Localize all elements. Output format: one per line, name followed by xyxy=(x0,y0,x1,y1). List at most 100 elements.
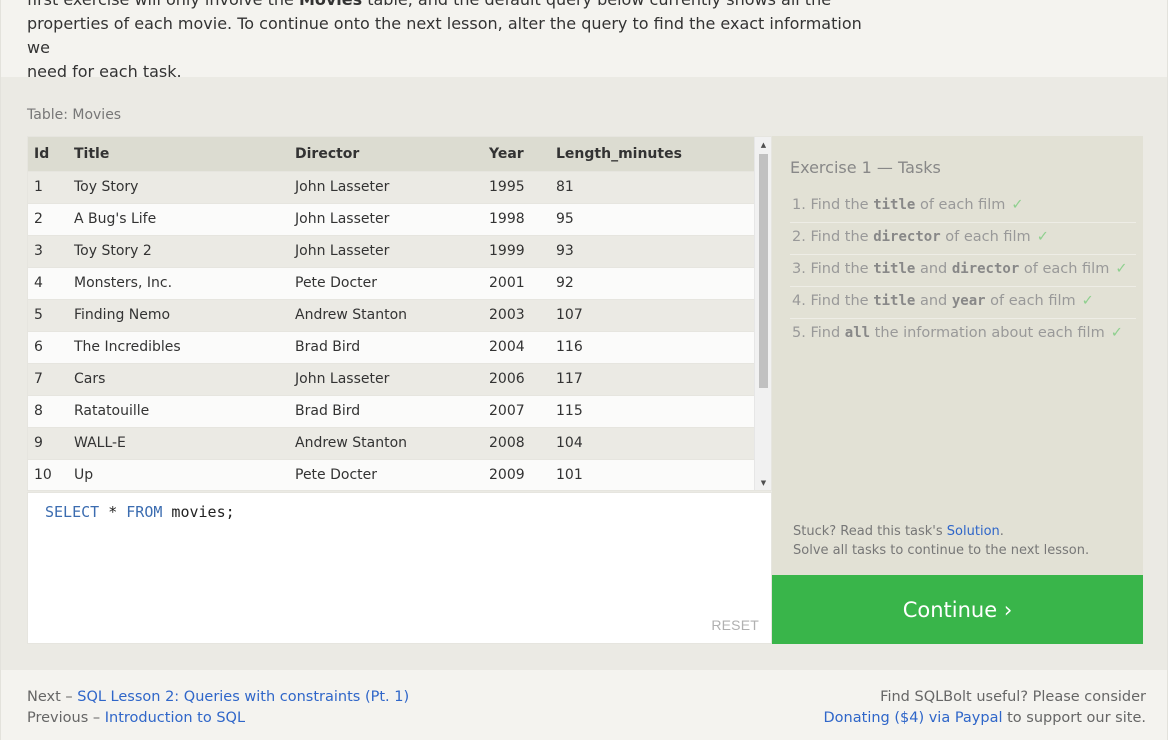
task-number: 4. xyxy=(792,293,806,309)
table-cell: 2006 xyxy=(483,362,550,395)
column-header: Year xyxy=(483,137,550,171)
table-row: 3 Toy Story 2 John Lasseter 1999 93 xyxy=(28,234,755,267)
table-cell: 1998 xyxy=(483,202,550,235)
table-cell: 6 xyxy=(28,330,68,363)
table-row: 6 The Incredibles Brad Bird 2004 116 xyxy=(28,330,755,363)
task-item: 1. Find the title of each film ✓ xyxy=(790,191,1136,223)
task-code: title xyxy=(873,293,916,309)
column-header: Title xyxy=(68,137,289,171)
results-scrollbar[interactable]: ▲ ▼ xyxy=(754,137,771,490)
task-text: Find the xyxy=(810,293,874,309)
sql-keyword: SELECT xyxy=(45,503,100,521)
sql-text: * xyxy=(99,503,127,521)
table-cell: 1999 xyxy=(483,234,550,267)
scroll-thumb[interactable] xyxy=(759,154,768,388)
tasks-panel: Exercise 1 — Tasks 1. Find the title of … xyxy=(772,136,1143,575)
table-cell: A Bug's Life xyxy=(68,202,289,235)
solve-all-text: Solve all tasks to continue to the next … xyxy=(793,543,1090,558)
table-header-row: Id Title Director Year Length_minutes xyxy=(28,137,755,171)
table-cell: 101 xyxy=(550,458,755,490)
table-cell: Ratatouille xyxy=(68,394,289,427)
sql-query[interactable]: SELECT * FROM movies; xyxy=(45,503,235,521)
table-cell: 115 xyxy=(550,394,755,427)
table-row: 1 Toy Story John Lasseter 1995 81 xyxy=(28,170,755,203)
table-cell: Cars xyxy=(68,362,289,395)
movies-table: Id Title Director Year Length_minutes 1 Toy S… xyxy=(28,137,755,490)
table-cell: 107 xyxy=(550,298,755,331)
table-cell: 81 xyxy=(550,170,755,203)
column-header: Length_minutes xyxy=(550,137,755,171)
table-cell: 2001 xyxy=(483,266,550,299)
table-cell: 10 xyxy=(28,458,68,490)
table-cell: 104 xyxy=(550,426,755,459)
table-cell: Monsters, Inc. xyxy=(68,266,289,299)
table-cell: Toy Story xyxy=(68,170,289,203)
scroll-down-arrow-icon[interactable]: ▼ xyxy=(755,475,771,490)
exercise-region: Table: Movies Id Title Director Year Length_… xyxy=(1,77,1167,670)
column-header: Id xyxy=(28,137,68,171)
table-cell: 92 xyxy=(550,266,755,299)
stuck-hint: Stuck? Read this task's Solution. Solve … xyxy=(793,522,1133,560)
checkmark-icon: ✓ xyxy=(1036,229,1049,245)
task-item: 5. Find all the information about each f… xyxy=(790,319,1136,350)
table-cell: 4 xyxy=(28,266,68,299)
task-text: and xyxy=(915,293,952,309)
task-code: year xyxy=(951,293,986,309)
task-text: Find the xyxy=(810,197,874,213)
table-cell: 1995 xyxy=(483,170,550,203)
task-code: all xyxy=(844,325,871,341)
results-table-viewport[interactable]: Id Title Director Year Length_minutes 1 Toy S… xyxy=(27,136,772,491)
table-cell: Andrew Stanton xyxy=(289,426,483,459)
stuck-text: Stuck? Read this task's xyxy=(793,524,947,539)
intro-paragraph: first exercise will only involve the Mov… xyxy=(27,0,867,84)
table-cell: 95 xyxy=(550,202,755,235)
task-number: 2. xyxy=(792,229,806,245)
table-cell: 2004 xyxy=(483,330,550,363)
table-cell: 9 xyxy=(28,426,68,459)
table-cell: 93 xyxy=(550,234,755,267)
table-row: 10 Up Pete Docter 2009 101 xyxy=(28,458,755,490)
donate-link[interactable]: Donating ($4) via Paypal xyxy=(824,710,1003,726)
lesson-intro: first exercise will only involve the Mov… xyxy=(1,0,1167,81)
task-text: of each film xyxy=(985,293,1076,309)
checkmark-icon: ✓ xyxy=(1011,197,1024,213)
task-code: title xyxy=(873,261,916,277)
sql-editor[interactable]: SELECT * FROM movies; RESET xyxy=(27,492,772,644)
support-message: Find SQLBolt useful? Please consider Don… xyxy=(824,687,1146,729)
scroll-up-arrow-icon[interactable]: ▲ xyxy=(755,137,771,154)
table-row: 8 Ratatouille Brad Bird 2007 115 xyxy=(28,394,755,427)
table-caption: Table: Movies xyxy=(27,107,122,123)
table-cell: WALL-E xyxy=(68,426,289,459)
task-item: 3. Find the title and director of each f… xyxy=(790,255,1136,287)
task-item: 4. Find the title and year of each film ✓ xyxy=(790,287,1136,319)
sql-keyword: FROM xyxy=(126,503,163,521)
task-code: title xyxy=(873,197,916,213)
table-cell: 1 xyxy=(28,170,68,203)
checkmark-icon: ✓ xyxy=(1115,261,1128,277)
table-cell: 116 xyxy=(550,330,755,363)
task-list: 1. Find the title of each film ✓ 2. Find t… xyxy=(790,191,1136,350)
table-row: 4 Monsters, Inc. Pete Docter 2001 92 xyxy=(28,266,755,299)
table-row: 7 Cars John Lasseter 2006 117 xyxy=(28,362,755,395)
lesson-navigation: Next – SQL Lesson 2: Queries with constr… xyxy=(27,687,409,729)
next-lesson-link[interactable]: SQL Lesson 2: Queries with constraints (… xyxy=(77,689,409,705)
task-item: 2. Find the director of each film ✓ xyxy=(790,223,1136,255)
stuck-text: . xyxy=(999,524,1004,539)
continue-button[interactable]: Continue › xyxy=(772,575,1143,644)
solution-link[interactable]: Solution xyxy=(947,524,1000,539)
intro-table-name: Movies xyxy=(299,0,362,9)
column-header: Director xyxy=(289,137,483,171)
task-text: of each film xyxy=(940,229,1031,245)
prev-prefix: Previous – xyxy=(27,710,105,726)
previous-lesson-link[interactable]: Introduction to SQL xyxy=(105,710,245,726)
table-cell: Andrew Stanton xyxy=(289,298,483,331)
task-text: of each film xyxy=(915,197,1006,213)
table-cell: John Lasseter xyxy=(289,234,483,267)
table-cell: 2008 xyxy=(483,426,550,459)
reset-button[interactable]: RESET xyxy=(711,617,759,633)
intro-text: first exercise will only involve the xyxy=(27,0,299,9)
table-cell: John Lasseter xyxy=(289,202,483,235)
table-cell: 2 xyxy=(28,202,68,235)
next-prefix: Next – xyxy=(27,689,78,705)
table-cell: 2009 xyxy=(483,458,550,490)
